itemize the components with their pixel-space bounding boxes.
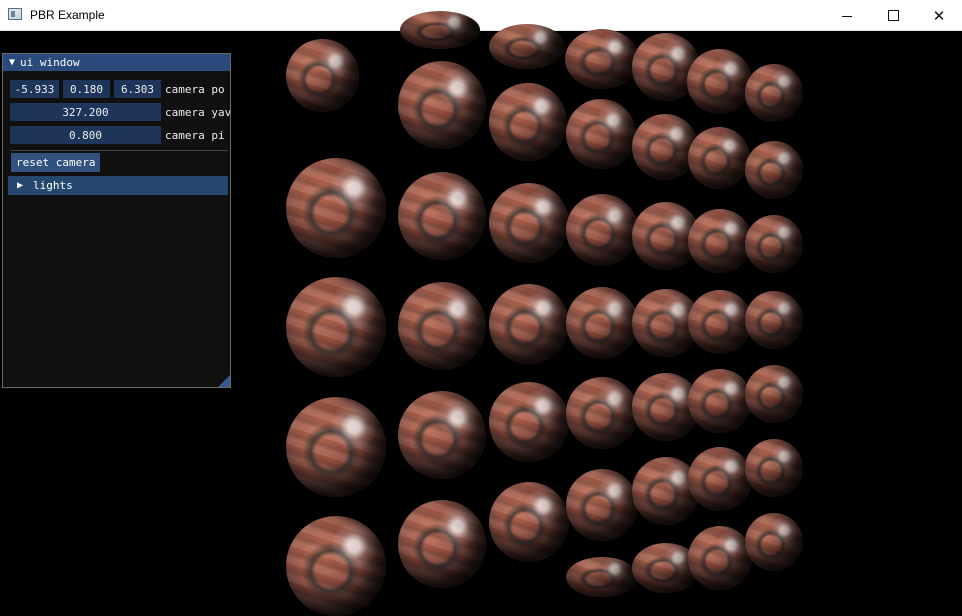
- camera-pitch-row: 0.800 camera pi: [10, 126, 230, 144]
- sphere: [688, 290, 752, 354]
- camera-yaw-label: camera yav: [165, 105, 230, 119]
- lights-collapsing-header[interactable]: ▶ lights: [8, 176, 228, 195]
- sphere: [566, 194, 638, 266]
- sphere: [489, 482, 569, 562]
- sphere: [566, 377, 638, 449]
- ui-window-title: ui window: [20, 56, 80, 69]
- expand-triangle-icon: ▶: [17, 180, 24, 191]
- divider: [10, 150, 228, 151]
- camera-position-x-input[interactable]: -5.933: [10, 80, 59, 98]
- sphere: [745, 439, 803, 497]
- resize-grip-icon[interactable]: [218, 375, 230, 387]
- collapse-triangle-icon[interactable]: ▼: [9, 57, 15, 68]
- sphere: [688, 209, 752, 273]
- sphere: [566, 557, 638, 597]
- sphere: [398, 391, 486, 479]
- camera-position-y-input[interactable]: 0.180: [63, 80, 110, 98]
- sphere: [745, 513, 803, 571]
- sphere: [489, 24, 565, 69]
- ui-window[interactable]: ▼ ui window -5.933 0.180 6.303 camera po…: [2, 53, 231, 388]
- sphere: [566, 99, 636, 169]
- lights-label: lights: [33, 179, 73, 192]
- sphere: [745, 365, 803, 423]
- sphere: [286, 39, 359, 112]
- sphere: [688, 526, 752, 590]
- maximize-icon: [887, 10, 899, 21]
- maximize-button[interactable]: [870, 0, 916, 31]
- close-icon: ✕: [932, 7, 946, 25]
- sphere: [566, 287, 638, 359]
- sphere: [286, 277, 386, 377]
- minimize-icon: [842, 15, 852, 17]
- camera-position-z-input[interactable]: 6.303: [114, 80, 161, 98]
- sphere: [632, 114, 698, 180]
- reset-camera-button[interactable]: reset camera: [11, 153, 101, 172]
- sphere: [745, 215, 803, 273]
- sphere: [745, 291, 803, 349]
- camera-yaw-row: 327.200 camera yav: [10, 103, 230, 121]
- camera-position-row: -5.933 0.180 6.303 camera po: [10, 80, 230, 98]
- sphere: [398, 172, 486, 260]
- sphere: [745, 141, 803, 199]
- sphere: [398, 500, 486, 588]
- camera-pitch-label: camera pi: [165, 128, 225, 142]
- sphere: [286, 158, 386, 258]
- close-button[interactable]: ✕: [916, 0, 962, 31]
- window-titlebar: PBR Example ✕: [0, 0, 962, 31]
- sphere: [688, 447, 752, 511]
- app-icon: [8, 8, 22, 20]
- minimize-button[interactable]: [824, 0, 870, 31]
- sphere: [566, 469, 638, 541]
- sphere: [687, 49, 752, 114]
- camera-position-label: camera po: [165, 82, 225, 96]
- camera-pitch-slider[interactable]: 0.800: [10, 126, 161, 144]
- sphere: [398, 282, 486, 370]
- sphere: [489, 382, 569, 462]
- sphere: [745, 64, 803, 122]
- sphere: [286, 397, 386, 497]
- sphere: [688, 127, 750, 189]
- ui-window-titlebar[interactable]: ▼ ui window: [3, 54, 230, 71]
- sphere: [489, 284, 569, 364]
- sphere: [565, 29, 639, 89]
- sphere: [400, 11, 480, 49]
- sphere: [489, 183, 569, 263]
- window-title: PBR Example: [30, 8, 105, 22]
- camera-yaw-slider[interactable]: 327.200: [10, 103, 161, 121]
- sphere: [398, 61, 486, 149]
- sphere: [688, 369, 752, 433]
- sphere: [489, 83, 567, 161]
- sphere: [286, 516, 386, 616]
